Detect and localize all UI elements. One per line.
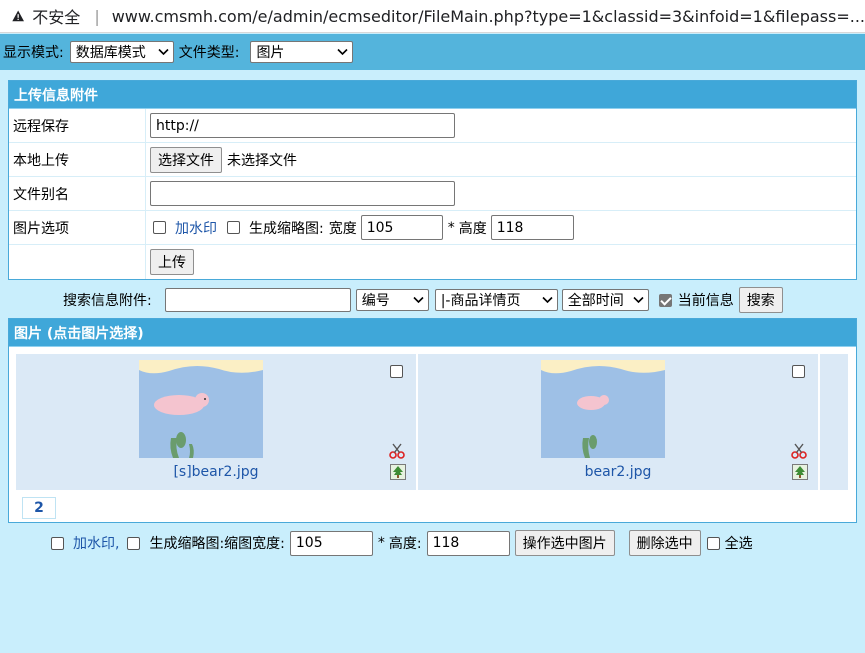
bulk-width-input[interactable]: 105: [289, 530, 373, 556]
security-status[interactable]: 不安全: [32, 4, 80, 28]
search-column-select[interactable]: |-商品详情页: [434, 289, 558, 311]
top-toolbar: 显示模式: 数据库模式 文件类型: 图片: [0, 34, 865, 70]
search-field-value: 编号: [361, 293, 390, 309]
height-label: 高度: [458, 220, 487, 237]
file-alias-label: 文件别名: [9, 177, 146, 210]
image-gallery: 图片 (点击图片选择) [s]bear2.jpg bear2.jpg 2: [8, 318, 857, 523]
empty-tile: [820, 354, 848, 490]
local-upload-row: 本地上传 选择文件 未选择文件: [9, 143, 856, 177]
search-keyword-input[interactable]: [164, 288, 351, 312]
search-bar: 搜索信息附件: 编号 |-商品详情页 全部时间 当前信息 搜索: [0, 287, 865, 313]
select-all-label: 全选: [724, 536, 753, 552]
file-type-value: 图片: [256, 45, 285, 61]
times-sign: *: [447, 219, 455, 236]
file-alias-row: 文件别名: [9, 177, 856, 211]
width-label: 宽度: [328, 220, 357, 237]
display-mode-label: 显示模式:: [3, 45, 64, 61]
file-alias-input[interactable]: [150, 181, 455, 206]
upload-panel: 上传信息附件 远程保存 http:// 本地上传 选择文件 未选择文件 文件别名…: [8, 80, 857, 280]
search-button[interactable]: 搜索: [738, 287, 783, 313]
select-all-checkbox[interactable]: [706, 536, 720, 550]
chevron-down-icon: [413, 296, 424, 304]
image-thumbnail[interactable]: [541, 360, 665, 458]
current-info-checkbox[interactable]: [658, 293, 672, 307]
bulk-watermark-label: 加水印,: [73, 536, 120, 552]
select-image-checkbox[interactable]: [390, 365, 403, 378]
local-upload-label: 本地上传: [9, 143, 146, 176]
scissors-icon[interactable]: [389, 443, 405, 459]
image-tile[interactable]: bear2.jpg: [418, 354, 818, 490]
select-image-checkbox[interactable]: [792, 365, 805, 378]
url-text[interactable]: www.cmsmh.com/e/admin/ecmseditor/FileMai…: [112, 7, 865, 26]
image-filename[interactable]: bear2.jpg: [418, 464, 818, 480]
thumb-height-input[interactable]: 118: [490, 215, 574, 240]
search-label: 搜索信息附件:: [63, 293, 152, 309]
current-info-label: 当前信息: [677, 293, 734, 309]
scissors-icon[interactable]: [791, 443, 807, 459]
bulk-watermark-checkbox[interactable]: [51, 536, 64, 550]
warning-icon: [12, 10, 24, 22]
remote-save-row: 远程保存 http://: [9, 109, 856, 143]
search-time-value: 全部时间: [567, 293, 624, 309]
watermark-label: 加水印: [175, 220, 217, 237]
bulk-height-input[interactable]: 118: [426, 530, 510, 556]
upload-panel-title: 上传信息附件: [9, 81, 856, 109]
search-time-select[interactable]: 全部时间: [561, 289, 649, 311]
gallery-title: 图片 (点击图片选择): [9, 319, 856, 347]
image-tile[interactable]: [s]bear2.jpg: [16, 354, 416, 490]
image-options-row: 图片选项 加水印 生成缩略图: 宽度 105 * 高度 118: [9, 211, 856, 245]
page-number[interactable]: 2: [22, 497, 56, 519]
thumbnail-label: 生成缩略图:: [249, 220, 324, 237]
image-options-label: 图片选项: [9, 211, 146, 244]
browser-address-bar[interactable]: 不安全 | www.cmsmh.com/e/admin/ecmseditor/F…: [0, 0, 865, 33]
upload-submit-row: 上传: [9, 245, 856, 279]
chevron-down-icon: [542, 296, 553, 304]
remote-save-label: 远程保存: [9, 109, 146, 142]
chevron-down-icon: [337, 48, 349, 56]
search-field-select[interactable]: 编号: [355, 289, 429, 311]
remote-url-input[interactable]: http://: [150, 113, 455, 138]
chevron-down-icon: [158, 48, 169, 56]
no-file-text: 未选择文件: [227, 152, 297, 169]
display-mode-select[interactable]: 数据库模式: [69, 41, 174, 63]
thumbnail-checkbox[interactable]: [227, 221, 240, 234]
bulk-times-sign: *: [377, 535, 385, 551]
bulk-thumbnail-label: 生成缩略图:缩图宽度:: [149, 536, 285, 552]
delete-selected-button[interactable]: 删除选中: [628, 530, 701, 556]
thumb-width-input[interactable]: 105: [360, 215, 443, 240]
image-thumbnail[interactable]: [139, 360, 263, 458]
choose-file-button[interactable]: 选择文件: [150, 146, 222, 173]
file-type-select[interactable]: 图片: [250, 41, 354, 63]
process-selected-button[interactable]: 操作选中图片: [514, 530, 615, 556]
address-divider: |: [94, 6, 100, 26]
search-column-value: |-商品详情页: [440, 293, 521, 309]
display-mode-value: 数据库模式: [75, 45, 146, 61]
bulk-actions-bar: 加水印, 生成缩略图:缩图宽度: 105 * 高度: 118 操作选中图片 删除…: [0, 529, 865, 557]
bulk-height-label: 高度:: [388, 536, 422, 552]
bulk-thumbnail-checkbox[interactable]: [127, 536, 141, 550]
watermark-checkbox[interactable]: [153, 221, 166, 234]
chevron-down-icon: [633, 296, 644, 304]
file-type-label: 文件类型:: [178, 45, 240, 61]
image-filename[interactable]: [s]bear2.jpg: [16, 464, 416, 480]
upload-button[interactable]: 上传: [150, 249, 194, 275]
